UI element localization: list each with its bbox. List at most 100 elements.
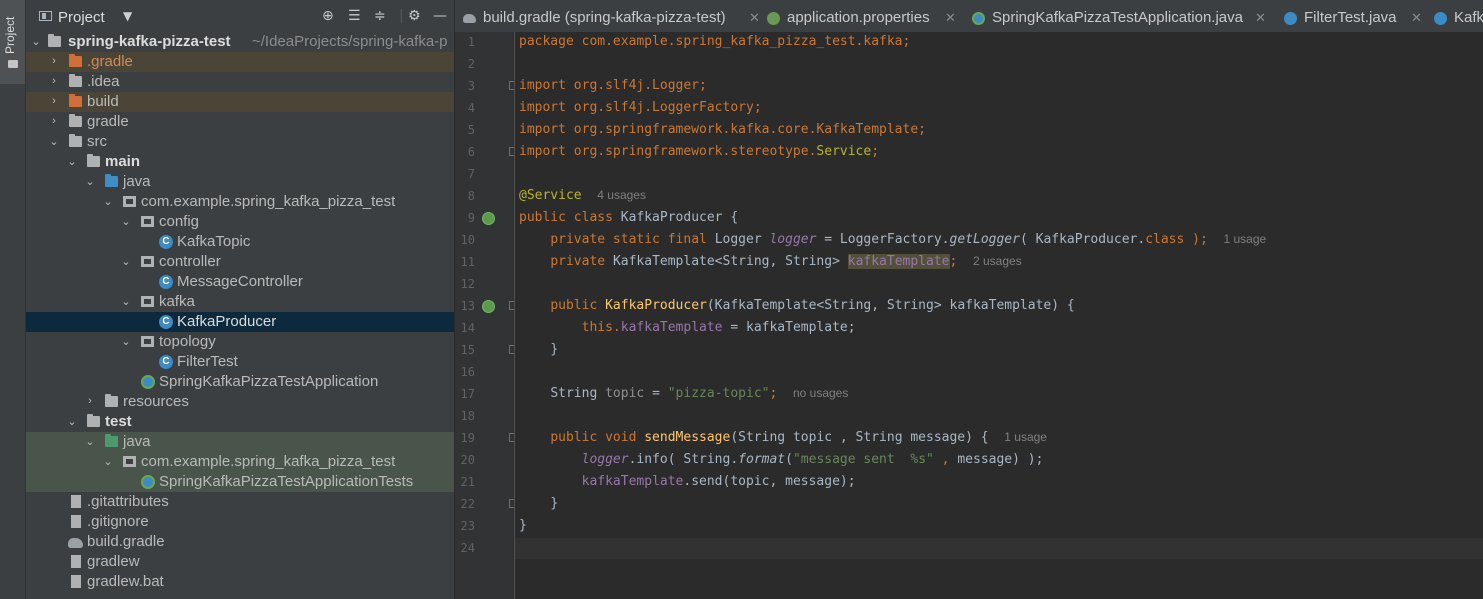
- tree-item-gradlew[interactable]: gradlew: [26, 552, 454, 572]
- tree-item-test-package[interactable]: ⌄ com.example.spring_kafka_pizza_test: [26, 452, 454, 472]
- tree-item-gradle-dir[interactable]: › .gradle: [26, 52, 454, 72]
- chevron-down-icon[interactable]: ⌄: [120, 255, 132, 268]
- spring-bean-icon[interactable]: [482, 300, 495, 313]
- code-text: ;: [949, 254, 958, 269]
- source-set-folder-icon: [87, 414, 100, 427]
- close-icon[interactable]: ✕: [945, 0, 956, 32]
- close-icon[interactable]: ✕: [749, 0, 760, 32]
- code-line-1: package com.example.spring_kafka_pizza_t…: [519, 34, 910, 49]
- tree-item-config[interactable]: ⌄ config: [26, 212, 454, 232]
- tree-item-build-gradle[interactable]: build.gradle: [26, 532, 454, 552]
- tree-item-idea[interactable]: › .idea: [26, 72, 454, 92]
- chevron-down-icon[interactable]: ⌄: [120, 215, 132, 228]
- usages-hint[interactable]: 1 usage: [1223, 232, 1266, 246]
- tree-item-kafkatopic[interactable]: C KafkaTopic: [26, 232, 454, 252]
- tree-item-kafka[interactable]: ⌄ kafka: [26, 292, 454, 312]
- tree-item-messagecontroller[interactable]: C MessageController: [26, 272, 454, 292]
- code-text: "pizza-topic": [667, 386, 770, 401]
- tree-item-label: topology: [159, 333, 216, 350]
- chevron-right-icon[interactable]: ›: [48, 75, 60, 87]
- project-tool-tab[interactable]: Project: [0, 0, 25, 84]
- collapse-all-icon[interactable]: ≑: [374, 8, 386, 24]
- tree-item-controller[interactable]: ⌄ controller: [26, 252, 454, 272]
- code-text: logger: [581, 452, 629, 467]
- code-text: String: [550, 386, 606, 401]
- code-editor[interactable]: package com.example.spring_kafka_pizza_t…: [515, 32, 1483, 599]
- folder-icon: [69, 74, 82, 87]
- close-icon[interactable]: ✕: [1255, 0, 1266, 32]
- expand-all-icon[interactable]: ☰: [348, 8, 361, 24]
- code-text: );: [1184, 232, 1208, 247]
- project-panel: Project ▼ ⊕ ☰ ≑ | ⚙ — ⌄ spring-kafka-piz…: [26, 0, 454, 599]
- chevron-down-icon[interactable]: ⌄: [66, 155, 78, 168]
- tree-item-resources[interactable]: › resources: [26, 392, 454, 412]
- code-text: getLogger: [949, 232, 1020, 247]
- tree-item-label: .idea: [87, 73, 120, 90]
- usages-hint[interactable]: 2 usages: [973, 254, 1022, 268]
- code-text: sendMessage: [644, 430, 731, 445]
- tree-item-application-tests[interactable]: SpringKafkaPizzaTestApplicationTests: [26, 472, 454, 492]
- tree-item-root[interactable]: ⌄ spring-kafka-pizza-test ~/IdeaProjects…: [26, 32, 454, 52]
- chevron-down-icon[interactable]: ⌄: [48, 135, 60, 148]
- chevron-down-icon[interactable]: ⌄: [102, 455, 114, 468]
- chevron-down-icon[interactable]: ⌄: [66, 415, 78, 428]
- chevron-down-icon[interactable]: ⌄: [102, 195, 114, 208]
- spring-bean-icon[interactable]: [482, 212, 495, 225]
- tree-item-topology[interactable]: ⌄ topology: [26, 332, 454, 352]
- chevron-down-icon[interactable]: ⌄: [120, 295, 132, 308]
- usages-hint[interactable]: no usages: [793, 386, 848, 400]
- chevron-down-icon[interactable]: ⌄: [84, 435, 96, 448]
- spring-class-icon: [141, 375, 155, 389]
- code-text: kafkaTemplate: [620, 320, 723, 335]
- gear-icon[interactable]: ⚙: [408, 8, 421, 24]
- tree-item-java[interactable]: ⌄ java: [26, 172, 454, 192]
- code-text: }: [519, 518, 527, 533]
- tree-item-gitignore[interactable]: .gitignore: [26, 512, 454, 532]
- code-text: = LoggerFactory.: [816, 232, 950, 247]
- tree-item-label: src: [87, 133, 107, 150]
- tree-item-filtertest[interactable]: C FilterTest: [26, 352, 454, 372]
- line-number: 22: [460, 497, 475, 511]
- tree-item-src[interactable]: ⌄ src: [26, 132, 454, 152]
- locate-icon[interactable]: ⊕: [322, 8, 334, 24]
- folder-icon: [69, 134, 82, 147]
- tree-item-build[interactable]: › build: [26, 92, 454, 112]
- chevron-right-icon[interactable]: ›: [48, 115, 60, 127]
- tree-item-main[interactable]: ⌄ main: [26, 152, 454, 172]
- tree-item-gradle[interactable]: › gradle: [26, 112, 454, 132]
- chevron-right-icon[interactable]: ›: [84, 395, 96, 407]
- chevron-down-icon[interactable]: ⌄: [84, 175, 96, 188]
- code-text: private static final: [550, 232, 715, 247]
- tree-item-gradlew-bat[interactable]: gradlew.bat: [26, 572, 454, 592]
- tree-item-gitattributes[interactable]: .gitattributes: [26, 492, 454, 512]
- chevron-down-icon[interactable]: ▼: [123, 9, 132, 23]
- spring-class-icon: [972, 12, 985, 25]
- code-line-5: import org.springframework.kafka.core.Ka…: [519, 122, 926, 137]
- tree-item-label: gradlew.bat: [87, 573, 164, 590]
- divider: |: [399, 8, 404, 24]
- tree-item-test[interactable]: ⌄ test: [26, 412, 454, 432]
- tree-item-label: resources: [123, 393, 189, 410]
- chevron-down-icon[interactable]: ⌄: [30, 35, 42, 48]
- tree-item-label: .gitattributes: [87, 493, 169, 510]
- chevron-down-icon[interactable]: ⌄: [120, 335, 132, 348]
- tree-item-label: MessageController: [177, 273, 303, 290]
- hide-icon[interactable]: —: [433, 8, 447, 24]
- chevron-right-icon[interactable]: ›: [48, 95, 60, 107]
- tree-item-kafkaproducer-selected[interactable]: C KafkaProducer: [26, 312, 454, 332]
- project-panel-title[interactable]: Project: [58, 9, 105, 26]
- usages-hint[interactable]: 4 usages: [597, 188, 646, 202]
- tree-item-application[interactable]: SpringKafkaPizzaTestApplication: [26, 372, 454, 392]
- tree-item-label: .gitignore: [87, 513, 149, 530]
- editor-gutter[interactable]: 1 2 3 4 5 6 7 8 9 10 11 12 13 14 15 16 1…: [455, 32, 516, 599]
- close-icon[interactable]: ✕: [1411, 0, 1422, 32]
- usages-hint[interactable]: 1 usage: [1004, 430, 1047, 444]
- tree-item-package[interactable]: ⌄ com.example.spring_kafka_pizza_test: [26, 192, 454, 212]
- tab-label: Kafk: [1454, 9, 1483, 26]
- tree-item-test-java[interactable]: ⌄ java: [26, 432, 454, 452]
- line-number: 1: [467, 35, 475, 49]
- source-folder-icon: [105, 174, 118, 187]
- chevron-right-icon[interactable]: ›: [48, 55, 60, 67]
- code-text: KafkaTemplate<String, String>: [612, 254, 848, 269]
- line-number: 17: [460, 387, 475, 401]
